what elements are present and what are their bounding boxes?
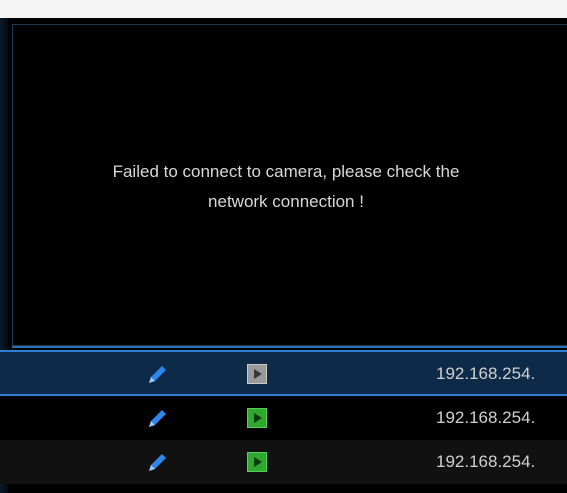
edit-icon[interactable] <box>144 362 170 388</box>
camera-ip: 192.168.254. <box>436 364 536 383</box>
camera-preview-panel: Failed to connect to camera, please chec… <box>12 24 567 346</box>
error-line-2: network connection ! <box>208 192 364 211</box>
camera-row[interactable]: 192.168.254. <box>0 350 567 396</box>
connection-error-message: Failed to connect to camera, please chec… <box>13 157 559 217</box>
edit-icon[interactable] <box>144 406 170 432</box>
play-icon[interactable] <box>247 364 267 384</box>
camera-config-screen: Failed to connect to camera, please chec… <box>0 0 567 493</box>
play-icon[interactable] <box>247 408 267 428</box>
camera-list: 192.168.254. 192.168.254. 192.168.254. <box>0 350 567 484</box>
edit-icon[interactable] <box>144 450 170 476</box>
camera-ip: 192.168.254. <box>436 452 536 471</box>
play-icon[interactable] <box>247 452 267 472</box>
camera-ip: 192.168.254. <box>436 408 536 427</box>
error-line-1: Failed to connect to camera, please chec… <box>112 162 460 181</box>
preview-divider <box>12 346 567 348</box>
top-strip <box>0 0 567 18</box>
camera-row[interactable]: 192.168.254. <box>0 440 567 484</box>
camera-row[interactable]: 192.168.254. <box>0 396 567 440</box>
